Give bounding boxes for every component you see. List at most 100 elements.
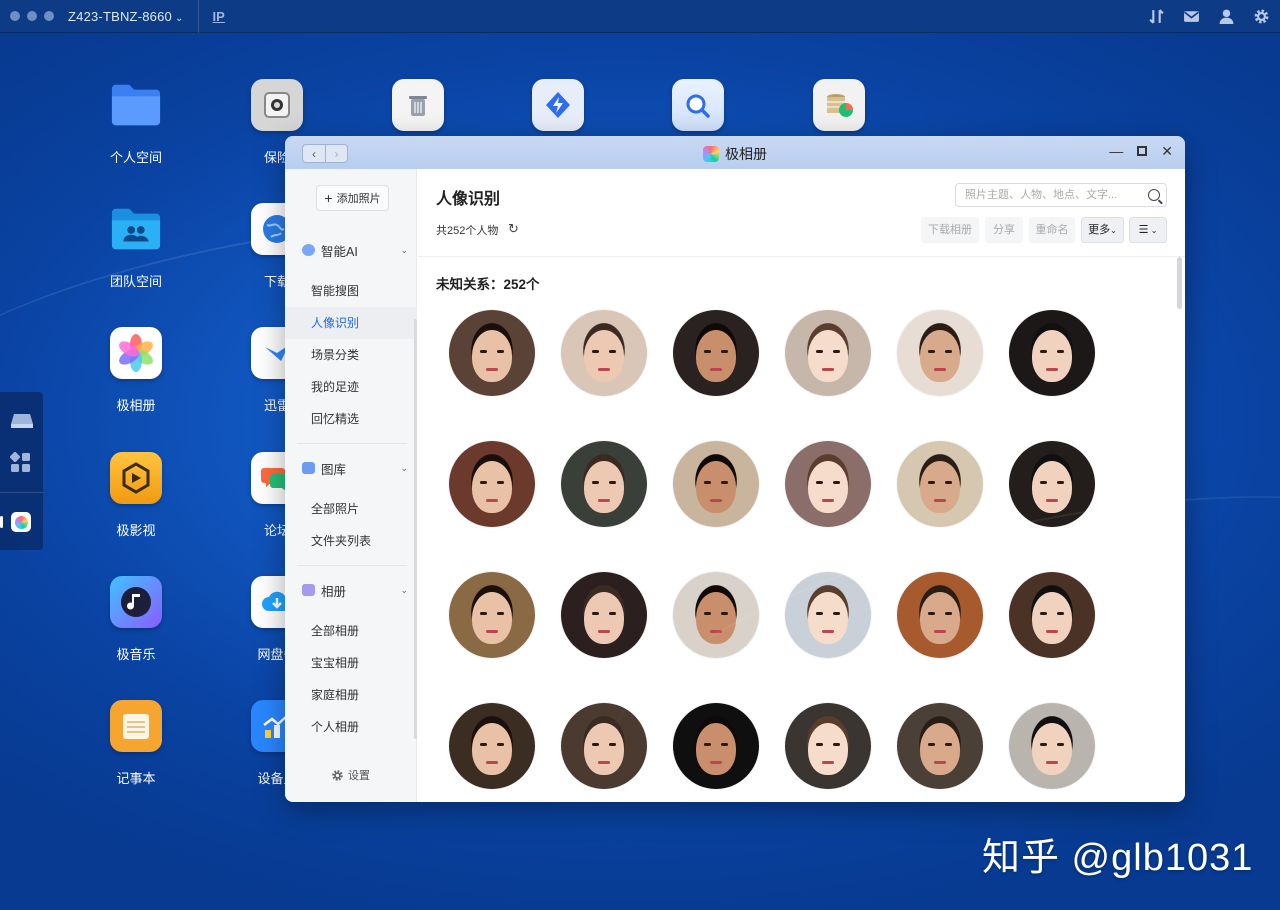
album-icon (302, 584, 315, 596)
desktop-icon-trash[interactable] (363, 79, 473, 131)
chevron-down-icon: ⌄ (400, 584, 408, 595)
team-folder-icon (110, 203, 162, 255)
eye-shape (609, 350, 616, 353)
device-selector[interactable]: Z423-TBNZ-8660 ⌄ (68, 9, 184, 24)
sidebar-item-folders[interactable]: 文件夹列表 (285, 525, 417, 557)
face-shape (584, 723, 624, 775)
settings-button[interactable]: 设置 (331, 767, 370, 783)
face-thumbnail[interactable] (785, 572, 871, 658)
maximize-icon[interactable] (1137, 146, 1148, 156)
sort-icon: ☰ (1138, 224, 1149, 236)
sidebar-item-personal-album[interactable]: 个人相册 (285, 711, 417, 743)
safe-icon (251, 79, 303, 131)
window-dot[interactable] (10, 11, 20, 21)
eye-shape (480, 481, 487, 484)
eye-shape (721, 350, 728, 353)
chevron-down-icon: ⌄ (174, 12, 184, 24)
desktop-icon-music[interactable]: 极音乐 (81, 576, 191, 663)
face-thumbnail[interactable] (1009, 310, 1095, 396)
minimize-icon[interactable]: — (1109, 143, 1123, 160)
main-content: 人像识别 照片主题、人物、地点、文字... 共252个人物 ↻ 下载相册 分享 … (418, 169, 1185, 802)
desktop-icon-team-space[interactable]: 团队空间 (81, 203, 191, 290)
apps-grid-icon[interactable] (10, 452, 32, 474)
sidebar-item-family-album[interactable]: 家庭相册 (285, 679, 417, 711)
sidebar-item-face-recognition[interactable]: 人像识别 (285, 307, 417, 339)
desktop-icon-personal-space[interactable]: 个人空间 (81, 79, 191, 166)
sidebar-group-ai[interactable]: 智能AI ⌄ (285, 235, 417, 265)
sidebar-item-footprint[interactable]: 我的足迹 (285, 371, 417, 403)
refresh-icon[interactable]: ↻ (508, 221, 519, 237)
sort-button[interactable]: ☰ ⌄ (1129, 217, 1167, 243)
main-scrollbar[interactable] (1177, 257, 1182, 309)
face-thumbnail[interactable] (673, 441, 759, 527)
user-icon[interactable] (1218, 8, 1235, 25)
face-thumbnail[interactable] (561, 441, 647, 527)
desktop-icon-notepad[interactable]: 记事本 (81, 700, 191, 787)
mail-icon[interactable] (1183, 8, 1200, 25)
desktop-icon-advanced-search[interactable] (643, 79, 753, 131)
sidebar-item-memories[interactable]: 回忆精选 (285, 403, 417, 435)
photos-app-icon[interactable] (11, 512, 31, 532)
window-titlebar[interactable]: ‹ › 极相册 — ✕ (285, 136, 1185, 169)
face-thumbnail[interactable] (897, 572, 983, 658)
face-thumbnail[interactable] (561, 572, 647, 658)
mouth-shape (598, 761, 610, 764)
download-album-button[interactable]: 下载相册 (921, 217, 979, 243)
drive-icon[interactable] (10, 412, 34, 430)
desktop-icon-photos[interactable]: 极相册 (81, 327, 191, 414)
more-button[interactable]: 更多⌄ (1081, 217, 1124, 243)
face-thumbnail[interactable] (1009, 441, 1095, 527)
ai-icon (302, 244, 315, 256)
eye-shape (928, 350, 935, 353)
desktop-icon-speed[interactable] (503, 79, 613, 131)
desktop-icon-database[interactable] (784, 79, 894, 131)
face-thumbnail[interactable] (785, 310, 871, 396)
window-dot[interactable] (44, 11, 54, 21)
trash-icon (392, 79, 444, 131)
transfer-icon[interactable] (1148, 8, 1165, 25)
close-icon[interactable]: ✕ (1161, 143, 1173, 160)
ip-icon[interactable]: IP (213, 9, 225, 24)
face-thumbnail[interactable] (785, 703, 871, 789)
sidebar-item-all-albums[interactable]: 全部相册 (285, 615, 417, 647)
face-shape (696, 330, 736, 382)
share-button[interactable]: 分享 (985, 217, 1023, 243)
search-input[interactable]: 照片主题、人物、地点、文字... (955, 183, 1167, 207)
face-thumbnail[interactable] (449, 703, 535, 789)
rename-button[interactable]: 重命名 (1029, 217, 1075, 243)
eye-shape (497, 481, 504, 484)
face-thumbnail[interactable] (673, 703, 759, 789)
sidebar-group-gallery[interactable]: 图库 ⌄ (285, 453, 417, 483)
sidebar-item-baby-album[interactable]: 宝宝相册 (285, 647, 417, 679)
desktop-icon-video[interactable]: 极影视 (81, 452, 191, 539)
face-thumbnail[interactable] (449, 441, 535, 527)
search-icon[interactable] (1148, 189, 1160, 201)
face-thumbnail[interactable] (673, 310, 759, 396)
section-title: 未知关系：252个 (436, 277, 540, 292)
face-thumbnail[interactable] (561, 310, 647, 396)
face-thumbnail[interactable] (673, 572, 759, 658)
sidebar-item-smart-search[interactable]: 智能搜图 (285, 275, 417, 307)
face-shape (920, 330, 960, 382)
desktop-icon-label: 极相册 (116, 398, 156, 413)
add-photo-button[interactable]: + 添加照片 (316, 185, 389, 211)
face-thumbnail[interactable] (897, 310, 983, 396)
eye-shape (1040, 350, 1047, 353)
sidebar-group-albums[interactable]: 相册 ⌄ (285, 575, 417, 605)
face-shape (696, 592, 736, 644)
window-dot[interactable] (27, 11, 37, 21)
sidebar-item-all-photos[interactable]: 全部照片 (285, 493, 417, 525)
sidebar-scrollbar[interactable] (414, 319, 417, 739)
eye-shape (592, 612, 599, 615)
face-thumbnail[interactable] (897, 703, 983, 789)
face-shape (808, 723, 848, 775)
face-thumbnail[interactable] (449, 572, 535, 658)
face-thumbnail[interactable] (449, 310, 535, 396)
face-thumbnail[interactable] (1009, 572, 1095, 658)
face-thumbnail[interactable] (897, 441, 983, 527)
gear-icon[interactable] (1253, 8, 1270, 25)
face-thumbnail[interactable] (785, 441, 871, 527)
face-thumbnail[interactable] (561, 703, 647, 789)
sidebar-item-scene[interactable]: 场景分类 (285, 339, 417, 371)
face-thumbnail[interactable] (1009, 703, 1095, 789)
